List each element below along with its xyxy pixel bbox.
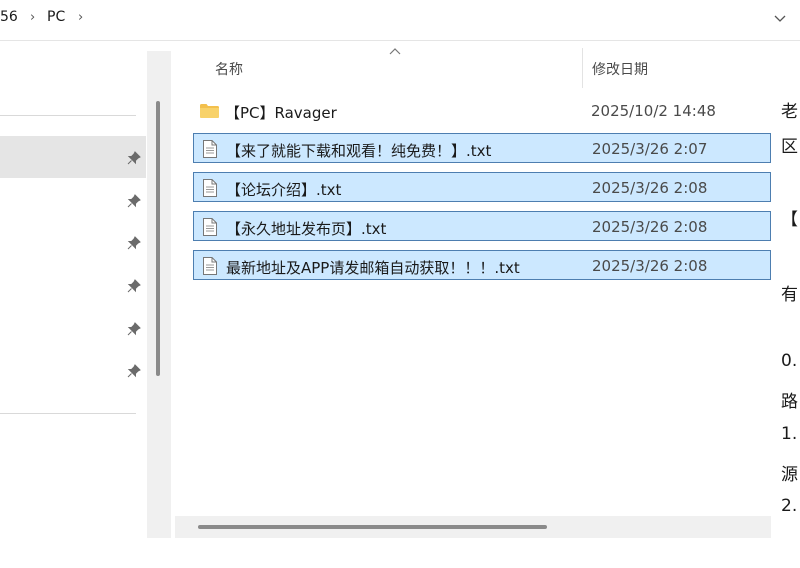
column-header-date[interactable]: 修改日期 [592,59,648,79]
pin-icon[interactable] [127,194,141,208]
status-area [0,538,800,568]
preview-line: 路 [781,392,798,412]
file-date: 2025/3/26 2:08 [592,218,708,236]
file-row[interactable]: 【永久地址发布页】.txt 2025/3/26 2:08 [193,211,771,241]
file-name: 最新地址及APP请发邮箱自动获取！！！.txt [226,259,520,277]
pin-icon[interactable] [127,236,141,250]
sort-up-icon [389,48,401,55]
column-header-name[interactable]: 名称 [215,59,243,79]
preview-line: 区 [781,137,798,157]
address-bar[interactable]: 56 › PC › [0,0,800,41]
nav-divider [0,413,136,414]
breadcrumb-separator[interactable]: › [78,10,83,25]
file-date: 2025/3/26 2:08 [592,179,708,197]
nav-scrollbar-thumb[interactable] [156,101,160,376]
text-file-icon [203,257,217,275]
breadcrumb-separator[interactable]: › [30,10,35,25]
file-date: 2025/3/26 2:07 [592,140,708,158]
file-row-folder[interactable]: 【PC】Ravager 2025/10/2 14:48 [193,96,771,126]
chevron-down-icon[interactable] [772,10,788,26]
breadcrumb-item[interactable]: 56 [0,9,18,25]
pin-icon[interactable] [127,151,141,165]
preview-line: 2. [781,496,798,516]
file-row[interactable]: 最新地址及APP请发邮箱自动获取！！！.txt 2025/3/26 2:08 [193,250,771,280]
preview-line: 1. [781,424,798,444]
pin-icon[interactable] [127,364,141,378]
file-date: 2025/3/26 2:08 [592,257,708,275]
pin-icon[interactable] [127,279,141,293]
file-row[interactable]: 【来了就能下载和观看！纯免费！】.txt 2025/3/26 2:07 [193,133,771,163]
nav-item-selected[interactable] [0,136,146,178]
text-file-icon [203,140,217,158]
text-file-icon [203,179,217,197]
nav-divider [0,115,136,116]
text-file-icon [203,218,217,236]
horizontal-scrollbar-thumb[interactable] [198,525,547,529]
preview-line: 老 [781,102,798,122]
preview-pane: 老 区 【 有 0. 路 1. 源 2. [772,41,800,538]
file-name: 【永久地址发布页】.txt [226,220,387,238]
file-row[interactable]: 【论坛介绍】.txt 2025/3/26 2:08 [193,172,771,202]
preview-line: 有 [781,285,798,305]
folder-icon [200,104,219,118]
pin-icon[interactable] [127,322,141,336]
preview-line: 源 [781,465,798,485]
preview-line: 【 [781,210,798,230]
breadcrumb-item-pc[interactable]: PC [47,9,65,25]
file-name: 【论坛介绍】.txt [226,181,342,199]
file-name: 【来了就能下载和观看！纯免费！】.txt [226,142,492,160]
file-name: 【PC】Ravager [225,104,337,122]
navigation-pane [0,41,147,538]
preview-line: 0. [781,351,798,371]
file-date: 2025/10/2 14:48 [591,102,716,120]
column-divider[interactable] [582,48,583,88]
